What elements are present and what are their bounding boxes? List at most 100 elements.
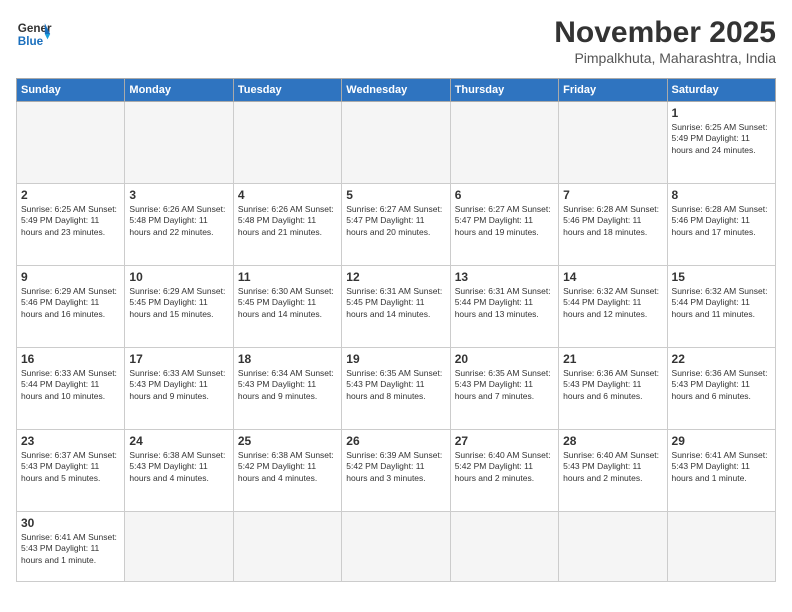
calendar-cell: 8 Sunrise: 6:28 AM Sunset: 5:46 PM Daylig…: [667, 184, 775, 266]
calendar-cell: 10 Sunrise: 6:29 AM Sunset: 5:45 PM Dayli…: [125, 266, 233, 348]
day-number: 9: [21, 270, 120, 284]
day-number: 17: [129, 352, 228, 366]
calendar-cell: 17 Sunrise: 6:33 AM Sunset: 5:43 PM Dayli…: [125, 348, 233, 430]
calendar-cell: 1 Sunrise: 6:25 AM Sunset: 5:49 PM Daylig…: [667, 102, 775, 184]
day-number: 1: [672, 106, 771, 120]
calendar-cell: 25 Sunrise: 6:38 AM Sunset: 5:42 PM Dayli…: [233, 430, 341, 512]
calendar-cell: 12 Sunrise: 6:31 AM Sunset: 5:45 PM Dayli…: [342, 266, 450, 348]
day-info: Sunrise: 6:33 AM Sunset: 5:44 PM Dayligh…: [21, 368, 120, 402]
day-number: 5: [346, 188, 445, 202]
weekday-header-tuesday: Tuesday: [233, 79, 341, 102]
calendar-cell: 26 Sunrise: 6:39 AM Sunset: 5:42 PM Dayli…: [342, 430, 450, 512]
svg-text:Blue: Blue: [18, 35, 44, 48]
day-number: 14: [563, 270, 662, 284]
calendar-cell: 21Sunrise: 6:36 AM Sunset: 5:43 PM Dayli…: [559, 348, 667, 430]
day-info: Sunrise: 6:36 AM Sunset: 5:43 PM Dayligh…: [563, 368, 662, 402]
day-number: 25: [238, 434, 337, 448]
day-info: Sunrise: 6:29 AM Sunset: 5:46 PM Dayligh…: [21, 286, 120, 320]
day-number: 13: [455, 270, 554, 284]
day-info: Sunrise: 6:32 AM Sunset: 5:44 PM Dayligh…: [563, 286, 662, 320]
day-number: 3: [129, 188, 228, 202]
weekday-header-thursday: Thursday: [450, 79, 558, 102]
day-number: 27: [455, 434, 554, 448]
calendar-cell: 18 Sunrise: 6:34 AM Sunset: 5:43 PM Dayli…: [233, 348, 341, 430]
location-title: Pimpalkhuta, Maharashtra, India: [554, 50, 776, 66]
day-info: Sunrise: 6:36 AM Sunset: 5:43 PM Dayligh…: [672, 368, 771, 402]
day-number: 29: [672, 434, 771, 448]
calendar-cell: 22 Sunrise: 6:36 AM Sunset: 5:43 PM Dayli…: [667, 348, 775, 430]
day-number: 15: [672, 270, 771, 284]
day-number: 20: [455, 352, 554, 366]
day-info: Sunrise: 6:26 AM Sunset: 5:48 PM Dayligh…: [238, 204, 337, 238]
calendar-cell: 2 Sunrise: 6:25 AM Sunset: 5:49 PM Daylig…: [17, 184, 125, 266]
day-number: 24: [129, 434, 228, 448]
day-number: 26: [346, 434, 445, 448]
weekday-header-saturday: Saturday: [667, 79, 775, 102]
day-info: Sunrise: 6:41 AM Sunset: 5:43 PM Dayligh…: [21, 532, 120, 566]
day-info: Sunrise: 6:38 AM Sunset: 5:42 PM Dayligh…: [238, 450, 337, 484]
day-number: 16: [21, 352, 120, 366]
weekday-header-monday: Monday: [125, 79, 233, 102]
calendar-cell: [342, 512, 450, 582]
calendar-cell: [450, 102, 558, 184]
day-number: 2: [21, 188, 120, 202]
calendar-cell: 14 Sunrise: 6:32 AM Sunset: 5:44 PM Dayli…: [559, 266, 667, 348]
day-number: 28: [563, 434, 662, 448]
calendar-cell: 5Sunrise: 6:27 AM Sunset: 5:47 PM Daylig…: [342, 184, 450, 266]
calendar-cell: 28 Sunrise: 6:40 AM Sunset: 5:43 PM Dayli…: [559, 430, 667, 512]
day-info: Sunrise: 6:29 AM Sunset: 5:45 PM Dayligh…: [129, 286, 228, 320]
calendar-cell: 9 Sunrise: 6:29 AM Sunset: 5:46 PM Daylig…: [17, 266, 125, 348]
day-info: Sunrise: 6:26 AM Sunset: 5:48 PM Dayligh…: [129, 204, 228, 238]
calendar-cell: 4Sunrise: 6:26 AM Sunset: 5:48 PM Daylig…: [233, 184, 341, 266]
day-info: Sunrise: 6:40 AM Sunset: 5:43 PM Dayligh…: [563, 450, 662, 484]
day-info: Sunrise: 6:30 AM Sunset: 5:45 PM Dayligh…: [238, 286, 337, 320]
calendar-cell: 20Sunrise: 6:35 AM Sunset: 5:43 PM Dayli…: [450, 348, 558, 430]
day-number: 12: [346, 270, 445, 284]
day-number: 10: [129, 270, 228, 284]
day-number: 19: [346, 352, 445, 366]
day-number: 18: [238, 352, 337, 366]
logo: General Blue: [16, 16, 52, 52]
calendar-cell: 30 Sunrise: 6:41 AM Sunset: 5:43 PM Dayli…: [17, 512, 125, 582]
day-number: 30: [21, 516, 120, 530]
calendar-cell: [667, 512, 775, 582]
month-title: November 2025: [554, 16, 776, 50]
day-info: Sunrise: 6:32 AM Sunset: 5:44 PM Dayligh…: [672, 286, 771, 320]
day-info: Sunrise: 6:38 AM Sunset: 5:43 PM Dayligh…: [129, 450, 228, 484]
calendar-cell: 27 Sunrise: 6:40 AM Sunset: 5:42 PM Dayli…: [450, 430, 558, 512]
calendar-cell: [559, 512, 667, 582]
day-info: Sunrise: 6:35 AM Sunset: 5:43 PM Dayligh…: [346, 368, 445, 402]
day-info: Sunrise: 6:37 AM Sunset: 5:43 PM Dayligh…: [21, 450, 120, 484]
calendar-cell: 16 Sunrise: 6:33 AM Sunset: 5:44 PM Dayli…: [17, 348, 125, 430]
calendar-cell: 24 Sunrise: 6:38 AM Sunset: 5:43 PM Dayli…: [125, 430, 233, 512]
calendar-cell: 3 Sunrise: 6:26 AM Sunset: 5:48 PM Daylig…: [125, 184, 233, 266]
calendar-cell: 6Sunrise: 6:27 AM Sunset: 5:47 PM Daylig…: [450, 184, 558, 266]
day-info: Sunrise: 6:27 AM Sunset: 5:47 PM Dayligh…: [455, 204, 554, 238]
calendar-cell: 19 Sunrise: 6:35 AM Sunset: 5:43 PM Dayli…: [342, 348, 450, 430]
day-info: Sunrise: 6:28 AM Sunset: 5:46 PM Dayligh…: [672, 204, 771, 238]
day-number: 22: [672, 352, 771, 366]
weekday-header-sunday: Sunday: [17, 79, 125, 102]
day-number: 11: [238, 270, 337, 284]
day-number: 8: [672, 188, 771, 202]
day-info: Sunrise: 6:39 AM Sunset: 5:42 PM Dayligh…: [346, 450, 445, 484]
calendar-cell: [233, 102, 341, 184]
weekday-header-friday: Friday: [559, 79, 667, 102]
page-header: General Blue November 2025 Pimpalkhuta, …: [16, 16, 776, 66]
day-info: Sunrise: 6:34 AM Sunset: 5:43 PM Dayligh…: [238, 368, 337, 402]
calendar-cell: 29Sunrise: 6:41 AM Sunset: 5:43 PM Dayli…: [667, 430, 775, 512]
calendar-cell: 13Sunrise: 6:31 AM Sunset: 5:44 PM Dayli…: [450, 266, 558, 348]
day-info: Sunrise: 6:40 AM Sunset: 5:42 PM Dayligh…: [455, 450, 554, 484]
calendar-cell: [450, 512, 558, 582]
day-info: Sunrise: 6:33 AM Sunset: 5:43 PM Dayligh…: [129, 368, 228, 402]
day-info: Sunrise: 6:31 AM Sunset: 5:45 PM Dayligh…: [346, 286, 445, 320]
day-info: Sunrise: 6:25 AM Sunset: 5:49 PM Dayligh…: [21, 204, 120, 238]
calendar-cell: 7 Sunrise: 6:28 AM Sunset: 5:46 PM Daylig…: [559, 184, 667, 266]
day-info: Sunrise: 6:28 AM Sunset: 5:46 PM Dayligh…: [563, 204, 662, 238]
day-info: Sunrise: 6:25 AM Sunset: 5:49 PM Dayligh…: [672, 122, 771, 156]
calendar-cell: [17, 102, 125, 184]
weekday-header-wednesday: Wednesday: [342, 79, 450, 102]
day-number: 7: [563, 188, 662, 202]
title-area: November 2025 Pimpalkhuta, Maharashtra, …: [554, 16, 776, 66]
calendar-cell: [342, 102, 450, 184]
